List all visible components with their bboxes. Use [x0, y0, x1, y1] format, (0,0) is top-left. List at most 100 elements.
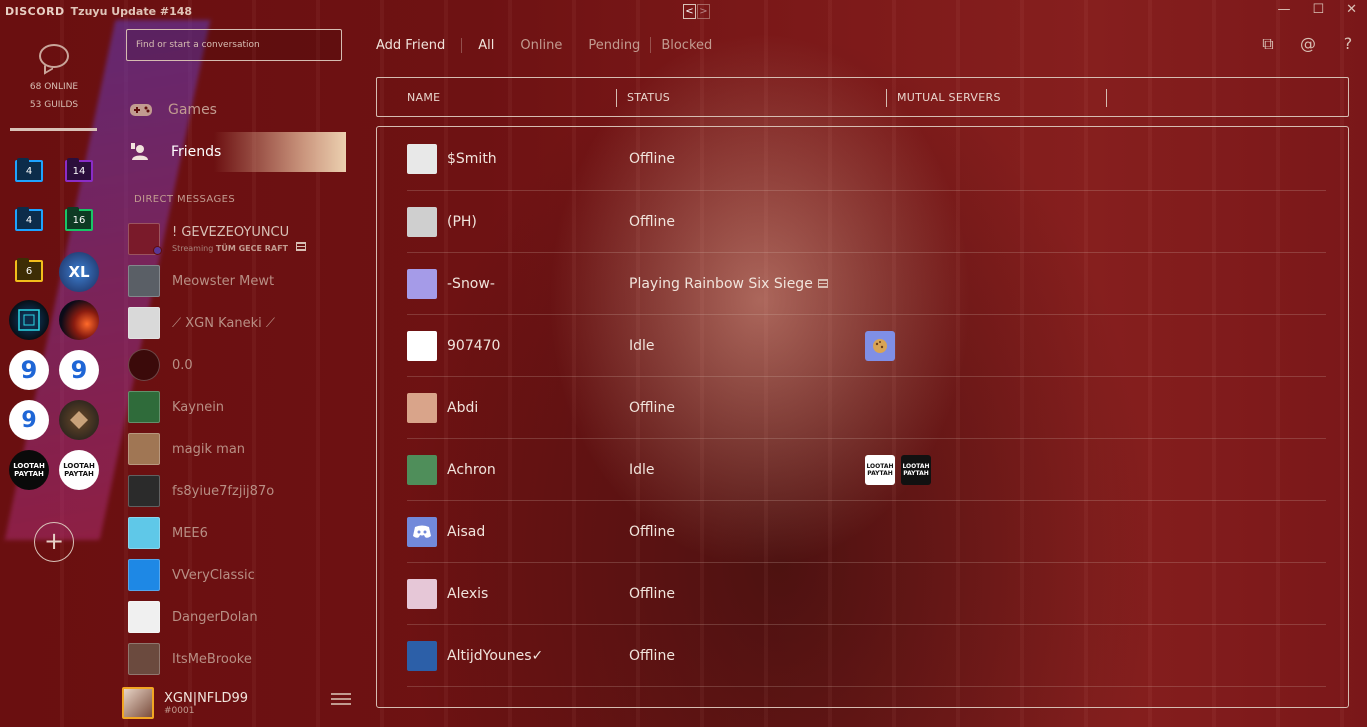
user-panel: XGN|NFLD99 #0001	[122, 683, 353, 723]
avatar	[128, 559, 160, 591]
dm-name: ⟋ XGN Kaneki ⟋	[172, 315, 275, 331]
guild-icon-tunnel[interactable]	[9, 300, 49, 340]
mentions-icon[interactable]: @	[1299, 34, 1317, 54]
dm-name: ItsMeBrooke	[172, 651, 252, 667]
gamepad-icon	[130, 104, 152, 116]
dm-item[interactable]: Meowster Mewt	[128, 260, 348, 302]
nav-friends[interactable]: Friends	[126, 132, 346, 172]
table-row[interactable]: AltijdYounes✓ Offline	[407, 625, 1326, 687]
friend-name: $Smith	[447, 150, 497, 167]
forward-button[interactable]: >	[697, 4, 710, 19]
table-row[interactable]: Alexis Offline	[407, 563, 1326, 625]
table-row[interactable]: 907470 Idle	[407, 315, 1326, 377]
dm-section-header: DIRECT MESSAGES	[134, 194, 236, 205]
dm-name: Kaynein	[172, 399, 225, 415]
user-tag: #0001	[164, 705, 195, 716]
avatar[interactable]	[122, 687, 154, 719]
guild-icon-label: LOOTAH PAYTAH	[63, 462, 95, 478]
activity-title: TÜM GECE RAFT	[215, 244, 288, 253]
activity-prefix: Streaming	[172, 244, 214, 253]
tab-pending[interactable]: Pending	[588, 38, 640, 53]
table-row[interactable]: Abdi Offline	[407, 377, 1326, 439]
friends-icon	[131, 143, 148, 160]
minimize-button[interactable]: —	[1277, 2, 1290, 17]
settings-icon[interactable]	[331, 690, 351, 710]
avatar	[407, 143, 437, 174]
guild-icon-label: XL	[68, 263, 90, 281]
maximize-button[interactable]: ☐	[1312, 2, 1324, 17]
friend-name: Alexis	[447, 585, 489, 602]
mutual-server-icon[interactable]	[865, 330, 895, 361]
guild-separator	[10, 128, 97, 131]
guild-icon-lootah-alt[interactable]: LOOTAH PAYTAH	[59, 450, 99, 490]
friend-status: Idle	[629, 461, 655, 478]
friend-status: Offline	[629, 213, 675, 230]
dm-item[interactable]: magik man	[128, 428, 348, 470]
table-row[interactable]: -Snow- Playing Rainbow Six Siege	[407, 253, 1326, 315]
dm-item[interactable]: VVeryClassic	[128, 554, 348, 596]
avatar	[407, 516, 437, 547]
table-row[interactable]: (PH) Offline	[407, 191, 1326, 253]
tab-online[interactable]: Online	[520, 38, 562, 53]
friend-status: Offline	[629, 150, 675, 167]
dm-item[interactable]: Kaynein	[128, 386, 348, 428]
mutual-server-icon[interactable]: LOOTAH PAYTAH	[901, 454, 931, 485]
search-input[interactable]	[126, 29, 342, 61]
guild-icon-xl[interactable]: XL	[59, 252, 99, 292]
window-title: Tzuyu Update #148	[70, 4, 193, 18]
guild-icon-9-alt[interactable]: 9	[59, 350, 99, 390]
avatar	[128, 349, 160, 381]
guild-folder[interactable]: 6	[15, 258, 43, 282]
dm-item[interactable]: DangerDolan	[128, 596, 348, 638]
guild-folder[interactable]: 16	[65, 207, 93, 231]
back-button[interactable]: <	[683, 4, 696, 19]
friend-status: Offline	[629, 585, 675, 602]
column-status[interactable]: STATUS	[617, 78, 887, 116]
avatar	[407, 640, 437, 671]
table-row[interactable]: Aisad Offline	[407, 501, 1326, 563]
table-row[interactable]: Achron Idle LOOTAH PAYTAH LOOTAH PAYTAH	[407, 439, 1326, 501]
guild-icon-diamond[interactable]	[59, 400, 99, 440]
close-button[interactable]: ✕	[1346, 2, 1357, 17]
avatar	[128, 265, 160, 297]
guild-icon-label: 9	[70, 356, 88, 384]
dm-name: MEE6	[172, 525, 208, 541]
streaming-status-dot	[153, 246, 162, 255]
dm-item[interactable]: ItsMeBrooke	[128, 638, 348, 680]
tab-blocked[interactable]: Blocked	[661, 38, 712, 53]
header-toolbar: ⧉ @ ?	[1259, 34, 1357, 54]
guild-icon-9[interactable]: 9	[9, 350, 49, 390]
guild-icon-planet[interactable]	[59, 300, 99, 340]
guild-folder[interactable]: 14	[65, 158, 93, 182]
friend-status-cell: Playing Rainbow Six Siege	[629, 276, 865, 292]
help-icon[interactable]: ?	[1339, 34, 1357, 54]
guild-icon-lootah[interactable]: LOOTAH PAYTAH	[9, 450, 49, 490]
friends-home-button[interactable]: 68 ONLINE 53 GUILDS	[10, 44, 98, 114]
guild-folder[interactable]: 4	[15, 207, 43, 231]
title-bar: DISCORD Tzuyu Update #148 < > — ☐ ✕	[0, 0, 1367, 22]
column-mutual-servers[interactable]: MUTUAL SERVERS	[887, 78, 1107, 116]
avatar	[128, 391, 160, 423]
dm-item[interactable]: ! GEVEZEOYUNCU Streaming TÜM GECE RAFT	[128, 218, 348, 260]
guild-folder[interactable]: 4	[15, 158, 43, 182]
friend-name: (PH)	[447, 213, 477, 230]
dm-item[interactable]: fs8yiue7fzjij87o	[128, 470, 348, 512]
history-navigation: < >	[683, 4, 710, 19]
nav-games[interactable]: Games	[130, 98, 346, 122]
table-row[interactable]: $Smith Offline	[407, 127, 1326, 191]
mutual-server-icon[interactable]: LOOTAH PAYTAH	[865, 454, 895, 485]
new-group-dm-icon[interactable]: ⧉	[1259, 34, 1277, 54]
dm-item[interactable]: 0.0	[128, 344, 348, 386]
column-name[interactable]: NAME	[377, 78, 617, 116]
add-server-button[interactable]: +	[34, 522, 74, 562]
tab-add-friend[interactable]: Add Friend	[376, 37, 463, 53]
channel-sidebar: Games Friends DIRECT MESSAGES ! GEVEZEOY…	[108, 22, 353, 727]
dm-item[interactable]: ⟋ XGN Kaneki ⟋	[128, 302, 348, 344]
dm-item[interactable]: MEE6	[128, 512, 348, 554]
discord-logo: DISCORD	[5, 4, 65, 18]
tab-all[interactable]: All	[478, 38, 494, 53]
friend-name: AltijdYounes✓	[447, 647, 544, 664]
avatar	[128, 475, 160, 507]
mutual-servers: LOOTAH PAYTAH LOOTAH PAYTAH	[865, 454, 931, 485]
guild-icon-9-stack[interactable]: 9	[9, 400, 49, 440]
